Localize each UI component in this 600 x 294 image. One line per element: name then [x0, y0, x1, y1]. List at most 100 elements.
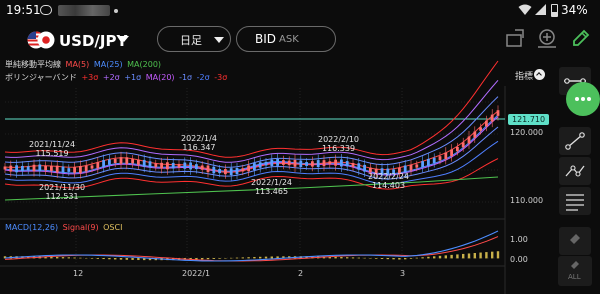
chart-area[interactable]: 単純移動平均線 MA(5) MA(25) MA(200) ボリンジャーバンド +…	[0, 58, 600, 294]
symbol-selector[interactable]: USD/JPY	[59, 32, 127, 50]
osci-bar	[137, 258, 140, 261]
candle-body	[15, 165, 18, 173]
macd-tick: 0.00	[510, 255, 528, 264]
date-tick: 3	[400, 269, 406, 278]
notification-dot-icon	[114, 9, 118, 13]
candle-body	[421, 161, 424, 168]
osci-bar	[125, 258, 128, 260]
annotation-price: 116.347	[182, 143, 216, 152]
candle-body	[166, 162, 169, 170]
candle-body	[357, 163, 361, 170]
wifi-icon	[518, 4, 532, 15]
osci-legend-item: OSCI	[103, 223, 123, 232]
candle-body	[154, 163, 158, 167]
osci-bar	[386, 258, 389, 260]
current-price-label: 121.710	[508, 114, 550, 125]
osci-bar	[235, 257, 239, 259]
chevron-up-icon[interactable]	[534, 69, 545, 80]
pencil-icon[interactable]	[571, 28, 591, 48]
candle-body	[415, 164, 419, 168]
candle-body	[67, 168, 71, 172]
candle-body	[189, 162, 192, 170]
osci-bar	[450, 254, 453, 259]
osci-bar	[73, 257, 76, 259]
bid-ask-toggle[interactable]: BID ASK	[236, 26, 336, 52]
ma25-line	[4, 114, 499, 175]
osci-bar	[485, 252, 488, 259]
candle-body	[258, 162, 262, 168]
candle-body	[224, 169, 227, 175]
delete-all-button[interactable]: ALL	[558, 256, 592, 286]
osci-bar	[230, 257, 233, 259]
candle-body	[212, 166, 216, 174]
more-options-button[interactable]	[566, 82, 600, 116]
candle-body	[345, 161, 349, 167]
candle-body	[438, 156, 442, 161]
chevron-down-icon[interactable]	[119, 36, 129, 42]
bb-ma20-legend: MA(20)	[145, 73, 175, 82]
osci-bar	[114, 258, 117, 260]
bb-plus2-legend: +2σ	[102, 73, 120, 82]
candle-body	[183, 162, 187, 169]
osci-bar	[404, 258, 407, 260]
currency-flag-icon[interactable]	[27, 30, 55, 50]
rotate-screen-icon[interactable]	[505, 28, 525, 48]
osci-bar	[496, 251, 500, 259]
period-selector-button[interactable]: 日足	[157, 26, 231, 52]
osci-bar	[346, 257, 349, 259]
high-annotation: 2022/2/10 116.339	[318, 135, 359, 153]
channel-line-tool-icon[interactable]	[558, 156, 592, 186]
price-tick: 120.000	[510, 128, 544, 137]
candle-body	[206, 165, 210, 173]
osci-bar	[340, 256, 343, 259]
candle-body	[119, 157, 123, 164]
more-dot-icon	[581, 97, 585, 101]
osci-bar	[438, 255, 442, 259]
candle-body	[496, 110, 500, 116]
candle-body	[96, 162, 100, 169]
low-annotation: 2022/1/24 113.465	[251, 178, 292, 196]
ma25-legend: MA(25)	[93, 60, 123, 69]
low-annotation: 2022/2/24 114.403	[368, 172, 409, 190]
more-dot-icon	[575, 97, 579, 101]
osci-bar	[398, 258, 401, 260]
date-tick: 2	[298, 269, 304, 278]
osci-bar	[90, 258, 94, 259]
ma-legend: 単純移動平均線 MA(5) MA(25) MA(200)	[5, 59, 163, 70]
candle-body	[229, 168, 233, 176]
candle-body	[311, 161, 314, 167]
add-alert-icon[interactable]	[536, 27, 558, 49]
fibonacci-tool-icon[interactable]	[558, 186, 592, 216]
candle-body	[108, 159, 111, 165]
ask-label: ASK	[279, 34, 299, 45]
candle-body	[61, 166, 65, 173]
eraser-icon[interactable]	[558, 226, 592, 256]
osci-bar	[270, 256, 273, 259]
bb-legend-title: ボリンジャーバンド	[5, 73, 77, 82]
osci-bar	[56, 256, 59, 259]
ma200-legend: MA(200)	[127, 60, 162, 69]
bb-legend: ボリンジャーバンド +3σ +2σ +1σ MA(20) -1σ -2σ -3σ	[5, 72, 229, 83]
osci-bar	[491, 251, 494, 259]
osci-bar	[421, 257, 424, 259]
annotation-price: 114.403	[371, 181, 406, 190]
osci-bar	[201, 258, 204, 260]
candle-body	[137, 159, 140, 165]
candle-body	[409, 164, 413, 171]
osci-bar	[259, 256, 262, 259]
osci-bar	[363, 257, 366, 259]
osci-bar	[375, 258, 378, 259]
candle-body	[264, 161, 268, 166]
candle-body	[9, 165, 13, 172]
candle-body	[473, 131, 477, 138]
osci-bar	[67, 257, 70, 259]
osci-bar	[392, 258, 395, 260]
status-bar: 19:51 34%	[0, 0, 600, 22]
indicator-button[interactable]: 指標	[515, 69, 533, 82]
candle-body	[305, 162, 308, 166]
annotation-price: 115.519	[35, 149, 69, 158]
trend-line-tool-icon[interactable]	[558, 126, 592, 156]
bid-label: BID	[255, 32, 277, 46]
candle-body	[485, 120, 488, 127]
candle-body	[38, 164, 42, 172]
